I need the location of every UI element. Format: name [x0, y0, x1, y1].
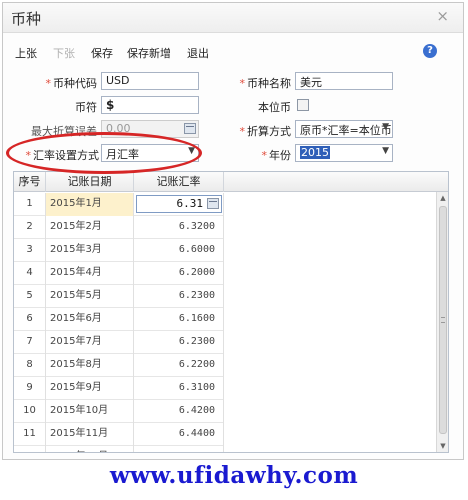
- calculator-icon: [184, 123, 196, 134]
- rate-setting-method-value: 月汇率: [106, 148, 139, 161]
- grid-header: 序号 记账日期 记账汇率: [14, 172, 448, 192]
- rate-cell[interactable]: 6.2300: [134, 331, 224, 354]
- rate-cell[interactable]: 6.1600: [134, 308, 224, 331]
- close-icon[interactable]: ×: [436, 7, 449, 25]
- table-row[interactable]: 11 2015年11月 6.4400: [14, 423, 224, 446]
- help-icon[interactable]: ?: [423, 44, 437, 58]
- watermark: www.ufidawhy.com: [109, 462, 359, 489]
- row-number-cell: 2: [14, 216, 46, 239]
- grip-icon: [441, 317, 445, 323]
- prev-button[interactable]: 上张: [15, 45, 37, 61]
- date-cell[interactable]: 2015年2月: [46, 216, 134, 239]
- base-currency-label: 本位币: [258, 101, 291, 114]
- row-number-cell: 11: [14, 423, 46, 446]
- rate-cell[interactable]: 6.2300: [134, 285, 224, 308]
- rate-cell[interactable]: 6.5000: [134, 446, 224, 452]
- chevron-down-icon: ▼: [382, 146, 389, 156]
- scroll-down-icon[interactable]: ▼: [437, 440, 448, 452]
- currency-name-input[interactable]: 美元: [295, 72, 393, 90]
- title-bar: 币种 ×: [3, 3, 463, 33]
- rate-cell[interactable]: 6.3100: [134, 377, 224, 400]
- currency-dialog: 币种 × 上张 下张 保存 保存新增 退出 ? * 币种代码 USD * 币种名称 …: [2, 2, 464, 460]
- year-value: 2015: [300, 146, 330, 159]
- base-currency-checkbox[interactable]: [297, 99, 309, 111]
- rate-edit-input[interactable]: 6.31: [136, 195, 222, 213]
- table-row[interactable]: 8 2015年8月 6.2200: [14, 354, 224, 377]
- chevron-down-icon: ▼: [382, 122, 389, 132]
- scroll-up-icon[interactable]: ▲: [437, 192, 448, 204]
- row-number-cell: 12: [14, 446, 46, 452]
- row-number-cell: 9: [14, 377, 46, 400]
- table-row[interactable]: 7 2015年7月 6.2300: [14, 331, 224, 354]
- conversion-method-value: 原币*汇率=本位币: [300, 124, 392, 137]
- row-number-cell: 4: [14, 262, 46, 285]
- table-row[interactable]: 6 2015年6月 6.1600: [14, 308, 224, 331]
- rate-cell[interactable]: 6.2000: [134, 262, 224, 285]
- date-cell[interactable]: 2015年10月: [46, 400, 134, 423]
- row-number-cell: 10: [14, 400, 46, 423]
- date-cell[interactable]: 2015年8月: [46, 354, 134, 377]
- table-row[interactable]: 9 2015年9月 6.3100: [14, 377, 224, 400]
- row-number-cell: 7: [14, 331, 46, 354]
- date-cell[interactable]: 2015年3月: [46, 239, 134, 262]
- chevron-down-icon: ▼: [188, 146, 195, 156]
- row-number-cell: 6: [14, 308, 46, 331]
- toolbar: 上张 下张 保存 保存新增 退出 ?: [3, 41, 463, 63]
- row-number-cell: 5: [14, 285, 46, 308]
- rate-edit-value: 6.31: [176, 197, 204, 210]
- table-row[interactable]: 1 2015年1月 6.31: [14, 193, 224, 216]
- table-row[interactable]: 5 2015年5月 6.2300: [14, 285, 224, 308]
- year-label: * 年份: [261, 149, 292, 162]
- column-header-date[interactable]: 记账日期: [46, 172, 134, 192]
- table-row[interactable]: 10 2015年10月 6.4200: [14, 400, 224, 423]
- conversion-method-select[interactable]: 原币*汇率=本位币 ▼: [295, 120, 393, 138]
- column-header-no[interactable]: 序号: [14, 172, 46, 192]
- scroll-thumb[interactable]: [439, 206, 447, 434]
- date-cell[interactable]: 2015年12月: [46, 446, 134, 452]
- date-cell[interactable]: 2015年9月: [46, 377, 134, 400]
- row-number-cell: 3: [14, 239, 46, 262]
- symbol-input[interactable]: $: [101, 96, 199, 114]
- save-new-button[interactable]: 保存新增: [127, 45, 171, 61]
- rate-setting-method-label: * 汇率设置方式: [25, 149, 100, 162]
- date-cell[interactable]: 2015年1月: [46, 193, 134, 216]
- symbol-label: 币符: [75, 101, 97, 114]
- rate-cell[interactable]: 6.6000: [134, 239, 224, 262]
- max-error-input: 0.00: [101, 120, 199, 138]
- table-row[interactable]: 2 2015年2月 6.3200: [14, 216, 224, 239]
- currency-name-label: * 币种名称: [239, 77, 292, 90]
- rate-cell[interactable]: 6.4200: [134, 400, 224, 423]
- dialog-title: 币种: [11, 10, 42, 28]
- save-button[interactable]: 保存: [91, 45, 113, 61]
- exit-button[interactable]: 退出: [187, 45, 209, 61]
- max-error-label: 最大折算误差: [31, 125, 97, 138]
- rate-cell[interactable]: 6.4400: [134, 423, 224, 446]
- table-row[interactable]: 122015年12月6.5000: [14, 446, 224, 452]
- table-row[interactable]: 4 2015年4月 6.2000: [14, 262, 224, 285]
- rate-cell[interactable]: 6.2200: [134, 354, 224, 377]
- conversion-method-label: * 折算方式: [239, 125, 292, 138]
- currency-form: * 币种代码 USD * 币种名称 美元 币符 $ 本位币 最大折算误差 0.00 …: [3, 67, 463, 167]
- column-header-rate[interactable]: 记账汇率: [134, 172, 224, 192]
- date-cell[interactable]: 2015年7月: [46, 331, 134, 354]
- rate-setting-method-select[interactable]: 月汇率 ▼: [101, 144, 199, 162]
- exchange-rate-grid: 序号 记账日期 记账汇率 1 2015年1月 6.31 2 2015年2月 6.3200 3…: [13, 171, 449, 453]
- date-cell[interactable]: 2015年4月: [46, 262, 134, 285]
- year-select[interactable]: 2015 ▼: [295, 144, 393, 162]
- date-cell[interactable]: 2015年11月: [46, 423, 134, 446]
- calculator-icon[interactable]: [207, 198, 219, 209]
- next-button[interactable]: 下张: [53, 45, 75, 61]
- vertical-scrollbar[interactable]: ▲ ▼: [436, 192, 448, 452]
- currency-code-label: * 币种代码: [45, 77, 98, 90]
- rate-cell[interactable]: 6.3200: [134, 216, 224, 239]
- rate-cell[interactable]: 6.31: [134, 193, 224, 216]
- date-cell[interactable]: 2015年6月: [46, 308, 134, 331]
- currency-code-input[interactable]: USD: [101, 72, 199, 90]
- max-error-value: 0.00: [106, 122, 131, 135]
- table-row[interactable]: 3 2015年3月 6.6000: [14, 239, 224, 262]
- date-cell[interactable]: 2015年5月: [46, 285, 134, 308]
- row-number-cell: 1: [14, 193, 46, 216]
- row-number-cell: 8: [14, 354, 46, 377]
